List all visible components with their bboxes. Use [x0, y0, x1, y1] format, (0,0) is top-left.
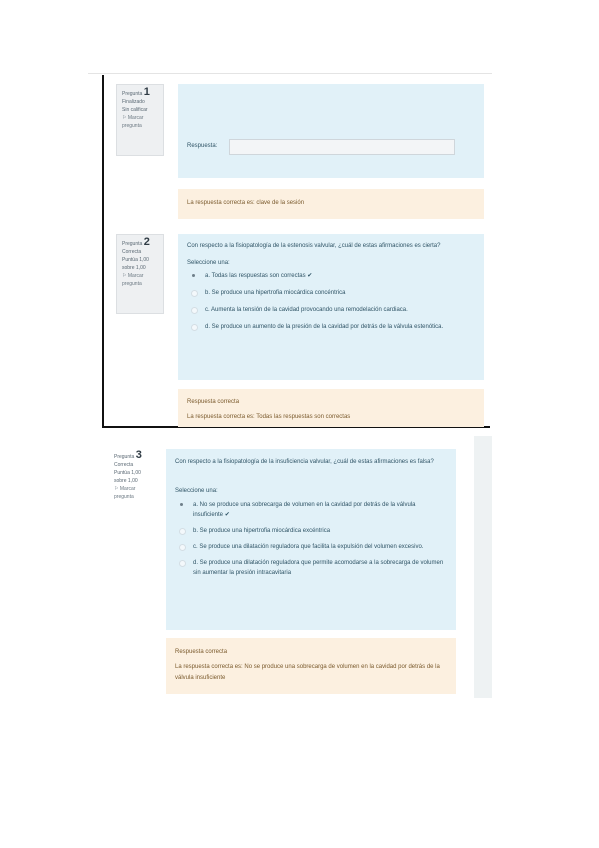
checkmark-icon: ✔	[307, 273, 313, 279]
question-status: Correcta	[114, 462, 134, 468]
question-status: Correcta	[122, 249, 142, 255]
page-right-shade	[474, 436, 492, 698]
correct-answer-text: La respuesta correcta es: clave de la se…	[187, 200, 305, 206]
question-1-feedback: La respuesta correcta es: clave de la se…	[178, 189, 484, 219]
answer-option-b[interactable]: b. Se produce una hipertrofia miocárdica…	[187, 288, 475, 298]
question-3-feedback: Respuesta correcta La respuesta correcta…	[166, 638, 456, 694]
question-label: Pregunta	[114, 454, 135, 460]
question-grade: Puntúa 1,00 sobre 1,00	[114, 470, 141, 484]
select-label: Seleccione una:	[175, 488, 218, 494]
question-1-content: Respuesta:	[178, 84, 484, 178]
flag-question-link[interactable]: ⚐ Marcar pregunta	[122, 272, 158, 288]
feedback-title: Respuesta correcta	[175, 649, 228, 655]
question-label: Pregunta	[122, 241, 143, 247]
checkmark-icon: ✔	[224, 512, 230, 518]
question-label: Pregunta	[122, 91, 143, 97]
answer-option-c[interactable]: c. Se produce una dilatación reguladora …	[175, 542, 447, 552]
radio-button[interactable]	[179, 544, 186, 551]
flag-icon: ⚐	[114, 486, 119, 492]
radio-selected[interactable]	[192, 274, 195, 277]
answer-option-c[interactable]: c. Aumenta la tensión de la cavidad prov…	[187, 305, 475, 315]
flag-icon: ⚐	[122, 115, 127, 121]
flag-question-link[interactable]: ⚐ Marcar pregunta	[122, 114, 158, 130]
answer-option-a[interactable]: a. No se produce una sobrecarga de volum…	[175, 500, 447, 520]
question-2-content: Con respecto a la fisiopatología de la e…	[178, 234, 484, 380]
radio-button[interactable]	[191, 307, 198, 314]
question-text: Con respecto a la fisiopatología de la i…	[175, 459, 434, 465]
select-label: Seleccione una:	[187, 260, 230, 266]
question-grade: Sin calificar	[122, 107, 148, 113]
question-3-info: Pregunta 3 Correcta Puntúa 1,00 sobre 1,…	[109, 448, 157, 524]
top-divider	[88, 73, 492, 74]
answer-input[interactable]	[229, 139, 455, 155]
question-2-info: Pregunta 2 Correcta Puntúa 1,00 sobre 1,…	[116, 234, 164, 314]
question-status: Finalizado	[122, 99, 145, 105]
flag-question-link[interactable]: ⚐ Marcar pregunta	[114, 485, 152, 501]
answer-label: Respuesta:	[187, 143, 218, 149]
question-text: Con respecto a la fisiopatología de la e…	[187, 243, 441, 249]
radio-selected[interactable]	[180, 503, 183, 506]
correct-answer-text: La respuesta correcta es: No se produce …	[175, 664, 440, 681]
question-2-feedback: Respuesta correcta La respuesta correcta…	[178, 389, 484, 427]
radio-button[interactable]	[179, 528, 186, 535]
question-3-content: Con respecto a la fisiopatología de la i…	[166, 449, 456, 630]
flag-icon: ⚐	[122, 273, 127, 279]
radio-button[interactable]	[191, 324, 198, 331]
answer-option-d[interactable]: d. Se produce un aumento de la presión d…	[187, 322, 475, 332]
answer-option-b[interactable]: b. Se produce una hipertrofia miocárdica…	[175, 526, 447, 536]
answer-option-a[interactable]: a. Todas las respuestas son correctas ✔	[187, 271, 475, 281]
question-1-info: Pregunta 1 Finalizado Sin calificar ⚐ Ma…	[116, 84, 164, 156]
page-left-edge	[102, 75, 104, 427]
question-grade: Puntúa 1,00 sobre 1,00	[122, 257, 149, 271]
feedback-title: Respuesta correcta	[187, 399, 240, 405]
question-number: 1	[143, 86, 150, 98]
radio-button[interactable]	[179, 560, 186, 567]
answer-option-d[interactable]: d. Se produce una dilatación reguladora …	[175, 558, 447, 578]
question-number: 2	[143, 236, 150, 248]
radio-button[interactable]	[191, 290, 198, 297]
question-number: 3	[135, 449, 142, 461]
correct-answer-text: La respuesta correcta es: Todas las resp…	[187, 414, 351, 420]
